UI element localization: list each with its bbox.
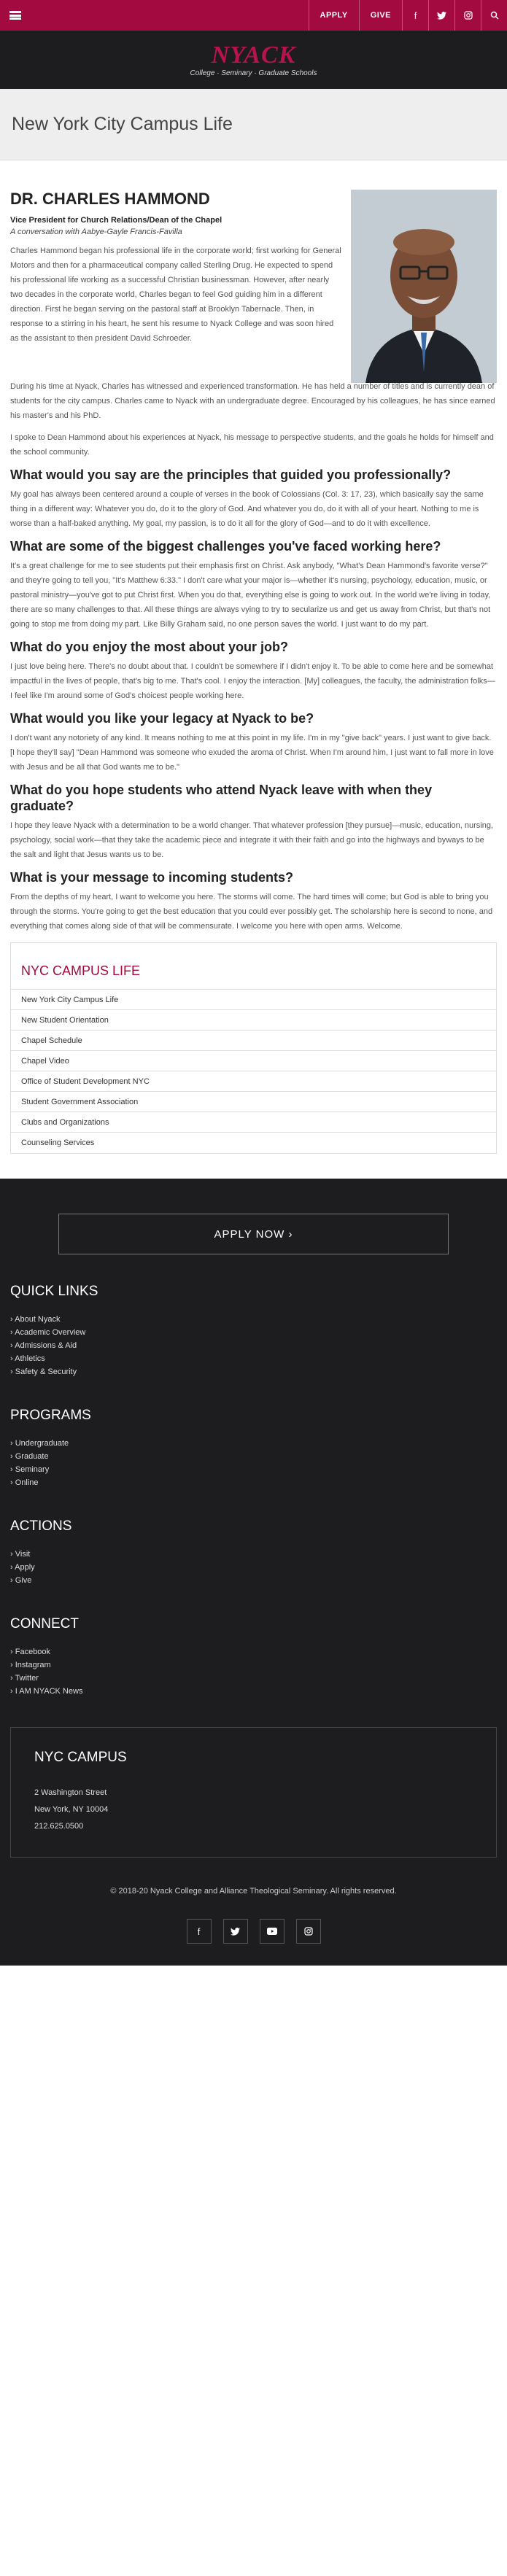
- instagram-icon[interactable]: [295, 1919, 321, 1944]
- footer-actions: › Visit › Apply › Give: [10, 1548, 497, 1587]
- nyc-campus-box: NYC CAMPUS 2 Washington Street New York,…: [10, 1727, 497, 1858]
- interview-answer: It's a great challenge for me to see stu…: [10, 562, 491, 629]
- footer-link[interactable]: › Safety & Security: [10, 1365, 497, 1378]
- portrait-photo: [351, 190, 497, 383]
- footer-link[interactable]: › Admissions & Aid: [10, 1339, 497, 1352]
- campus-life-nav-item[interactable]: Counseling Services: [11, 1133, 496, 1153]
- footer-heading-quick-links: QUICK LINKS: [10, 1284, 98, 1299]
- twitter-icon[interactable]: [222, 1919, 248, 1944]
- interview-question: What would you say are the principles th…: [10, 468, 452, 482]
- footer-link[interactable]: › Visit: [10, 1548, 497, 1561]
- footer-link[interactable]: › Apply: [10, 1561, 497, 1574]
- campus-life-nav-item[interactable]: New Student Orientation: [11, 1010, 496, 1031]
- interview-answer: My goal has always been centered around …: [10, 490, 484, 528]
- footer-link[interactable]: › Online: [10, 1476, 497, 1489]
- footer-connect: › Facebook › Instagram › Twitter › I AM …: [10, 1645, 497, 1698]
- youtube-icon[interactable]: [259, 1919, 285, 1944]
- facebook-icon[interactable]: f: [186, 1919, 212, 1944]
- search-icon[interactable]: [481, 0, 507, 31]
- campus-street: 2 Washington Street: [34, 1788, 107, 1797]
- interview-question: What do you hope students who attend Nya…: [10, 783, 433, 813]
- top-actions: APPLY GIVE f: [308, 0, 507, 31]
- site-footer: APPLY NOW › QUICK LINKS › About Nyack › …: [0, 1179, 507, 1966]
- intro-paragraph: I spoke to Dean Hammond about his experi…: [10, 433, 494, 457]
- footer-link[interactable]: › Athletics: [10, 1352, 497, 1365]
- profile-byline: A conversation with Aabye-Gayle Francis-…: [10, 228, 182, 236]
- interview-answer: I don't want any notoriety of any kind. …: [10, 734, 494, 772]
- interview-question: What is your message to incoming student…: [10, 870, 294, 885]
- interview-answer: From the depths of my heart, I want to w…: [10, 893, 493, 931]
- interview-question: What would you like your legacy at Nyack…: [10, 711, 314, 726]
- apply-now-button[interactable]: APPLY NOW ›: [58, 1214, 449, 1254]
- logo-band: NYACK College · Seminary · Graduate Scho…: [0, 31, 507, 89]
- campus-city: New York, NY 10004: [34, 1805, 109, 1814]
- campus-life-nav-item[interactable]: Chapel Schedule: [11, 1031, 496, 1051]
- interview-question: What are some of the biggest challenges …: [10, 539, 441, 554]
- intro-paragraph: Charles Hammond began his professional l…: [10, 247, 341, 343]
- footer-link[interactable]: › Seminary: [10, 1463, 497, 1476]
- campus-life-nav-item[interactable]: Clubs and Organizations: [11, 1112, 496, 1133]
- profile-section: DR. CHARLES HAMMOND Vice President for C…: [10, 190, 497, 383]
- campus-life-nav-item[interactable]: Chapel Video: [11, 1051, 496, 1071]
- campus-phone[interactable]: 212.625.0500: [34, 1818, 473, 1835]
- logo-wordmark: NYACK: [211, 41, 296, 69]
- footer-link[interactable]: › Graduate: [10, 1450, 497, 1463]
- twitter-icon[interactable]: [428, 0, 454, 31]
- interview-answer: I just love being here. There's no doubt…: [10, 662, 495, 700]
- footer-link[interactable]: › I AM NYACK News: [10, 1685, 497, 1698]
- footer-heading-connect: CONNECT: [10, 1616, 79, 1632]
- apply-link[interactable]: APPLY: [308, 0, 359, 31]
- footer-link[interactable]: › Facebook: [10, 1645, 497, 1659]
- campus-life-nav-item[interactable]: Office of Student Development NYC: [11, 1071, 496, 1092]
- footer-heading-programs: PROGRAMS: [10, 1408, 91, 1423]
- intro-paragraph: During his time at Nyack, Charles has wi…: [10, 382, 495, 420]
- campus-life-nav-title: NYC CAMPUS LIFE: [11, 943, 496, 990]
- footer-heading-actions: ACTIONS: [10, 1518, 72, 1534]
- campus-title: NYC CAMPUS: [34, 1750, 127, 1765]
- main-content: DR. CHARLES HAMMOND Vice President for C…: [0, 160, 507, 1154]
- copyright: © 2018-20 Nyack College and Alliance The…: [110, 1887, 397, 1896]
- footer-quick-links: › About Nyack › Academic Overview › Admi…: [10, 1313, 497, 1378]
- footer-link[interactable]: › About Nyack: [10, 1313, 497, 1326]
- footer-programs: › Undergraduate › Graduate › Seminary › …: [10, 1437, 497, 1489]
- nyack-logo[interactable]: NYACK College · Seminary · Graduate Scho…: [190, 41, 317, 77]
- top-bar: APPLY GIVE f: [0, 0, 507, 31]
- profile-role: Vice President for Church Relations/Dean…: [10, 216, 222, 225]
- interview-question: What do you enjoy the most about your jo…: [10, 640, 288, 654]
- campus-life-nav-item[interactable]: New York City Campus Life: [11, 990, 496, 1010]
- page-title-band: New York City Campus Life: [0, 89, 507, 160]
- hamburger-menu-icon[interactable]: [3, 3, 28, 28]
- footer-socials: f: [10, 1919, 497, 1944]
- give-link[interactable]: GIVE: [358, 0, 402, 31]
- campus-life-nav: NYC CAMPUS LIFE New York City Campus Lif…: [10, 942, 497, 1154]
- interview-answer: I hope they leave Nyack with a determina…: [10, 821, 493, 859]
- footer-link[interactable]: › Academic Overview: [10, 1326, 497, 1339]
- footer-link[interactable]: › Twitter: [10, 1672, 497, 1685]
- apply-now-wrap: APPLY NOW ›: [10, 1193, 497, 1284]
- instagram-icon[interactable]: [454, 0, 481, 31]
- profile-name: DR. CHARLES HAMMOND: [10, 190, 210, 208]
- logo-tagline: College · Seminary · Graduate Schools: [190, 69, 317, 77]
- facebook-icon[interactable]: f: [402, 0, 428, 31]
- campus-life-nav-item[interactable]: Student Government Association: [11, 1092, 496, 1112]
- footer-link[interactable]: › Instagram: [10, 1659, 497, 1672]
- footer-link[interactable]: › Undergraduate: [10, 1437, 497, 1450]
- footer-link[interactable]: › Give: [10, 1574, 497, 1587]
- page-title: New York City Campus Life: [12, 114, 233, 134]
